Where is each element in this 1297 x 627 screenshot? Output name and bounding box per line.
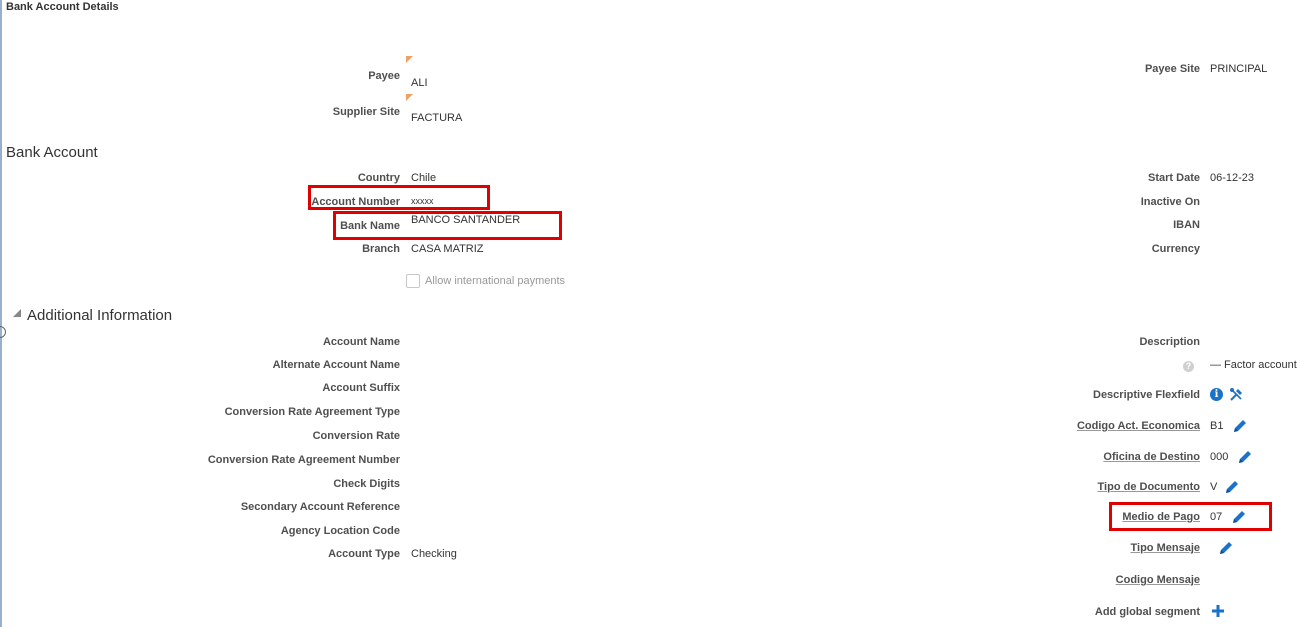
payee-site-label: Payee Site [1144, 63, 1200, 75]
help-icon[interactable]: ? [1183, 361, 1194, 372]
country-label: Country [357, 172, 400, 184]
check-digits-label: Check Digits [333, 478, 400, 490]
bank-account-heading: Bank Account [6, 144, 98, 161]
left-border [0, 0, 2, 627]
conversion-rate-label: Conversion Rate [312, 430, 400, 442]
description-label: Description [1139, 336, 1200, 348]
tipo-de-documento-label[interactable]: Tipo de Documento [1098, 481, 1200, 493]
collapse-triangle-icon[interactable] [13, 309, 21, 317]
additional-information-heading[interactable]: Additional Information [27, 307, 172, 324]
intl-payments-label: Allow international payments [425, 275, 566, 287]
iban-label: IBAN [1173, 219, 1200, 231]
branch-label: Branch [362, 243, 400, 255]
account-suffix-label: Account Suffix [322, 382, 400, 394]
agency-location-code-label: Agency Location Code [280, 525, 400, 537]
info-icon[interactable]: i [1210, 388, 1223, 401]
pencil-icon[interactable] [1237, 449, 1253, 465]
codigo-act-economica-value: B1 [1210, 420, 1224, 432]
country-value: Chile [411, 172, 437, 184]
tipo-de-documento-value: V [1210, 481, 1218, 493]
page-title: Bank Account Details [6, 1, 119, 13]
payee-label: Payee [368, 70, 400, 82]
account-type-label: Account Type [328, 548, 400, 560]
circle-handle-icon [0, 326, 6, 338]
required-flag-icon [406, 56, 413, 63]
codigo-mensaje-label[interactable]: Codigo Mensaje [1116, 574, 1200, 586]
secondary-account-reference-label: Secondary Account Reference [240, 501, 400, 513]
tipo-mensaje-label[interactable]: Tipo Mensaje [1131, 542, 1200, 554]
inactive-on-label: Inactive On [1140, 196, 1200, 208]
plus-icon[interactable] [1211, 604, 1225, 618]
account-type-value: Checking [411, 548, 457, 560]
highlight-medio-de-pago [1109, 502, 1272, 531]
descriptive-flexfield-label: Descriptive Flexfield [1093, 389, 1200, 401]
payee-site-value: PRINCIPAL [1210, 63, 1268, 75]
oficina-de-destino-label[interactable]: Oficina de Destino [1103, 451, 1200, 463]
description-value: — Factor account [1210, 359, 1297, 371]
currency-label: Currency [1151, 243, 1200, 255]
pencil-icon[interactable] [1232, 418, 1248, 434]
highlight-account-number [308, 185, 490, 210]
tools-icon[interactable] [1229, 387, 1244, 402]
oficina-de-destino-value: 000 [1210, 451, 1229, 463]
conversion-rate-agreement-type-label: Conversion Rate Agreement Type [224, 406, 400, 418]
add-global-segment-label[interactable]: Add global segment [1095, 606, 1200, 618]
supplier-site-value[interactable]: FACTURA [411, 112, 462, 124]
branch-value: CASA MATRIZ [411, 243, 484, 255]
intl-payments-checkbox[interactable] [406, 274, 420, 288]
codigo-act-economica-label[interactable]: Codigo Act. Economica [1077, 420, 1200, 432]
conversion-rate-agreement-number-label: Conversion Rate Agreement Number [207, 454, 400, 466]
start-date-value: 06-12-23 [1210, 172, 1255, 184]
start-date-label: Start Date [1148, 172, 1200, 184]
pencil-icon[interactable] [1224, 479, 1240, 495]
supplier-site-label: Supplier Site [332, 106, 400, 118]
pencil-icon[interactable] [1218, 540, 1234, 556]
payee-value[interactable]: ALI [411, 77, 428, 89]
highlight-bank-name [333, 211, 562, 240]
required-flag-icon [406, 94, 413, 101]
account-name-label: Account Name [322, 336, 400, 348]
alternate-account-name-label: Alternate Account Name [272, 359, 400, 371]
